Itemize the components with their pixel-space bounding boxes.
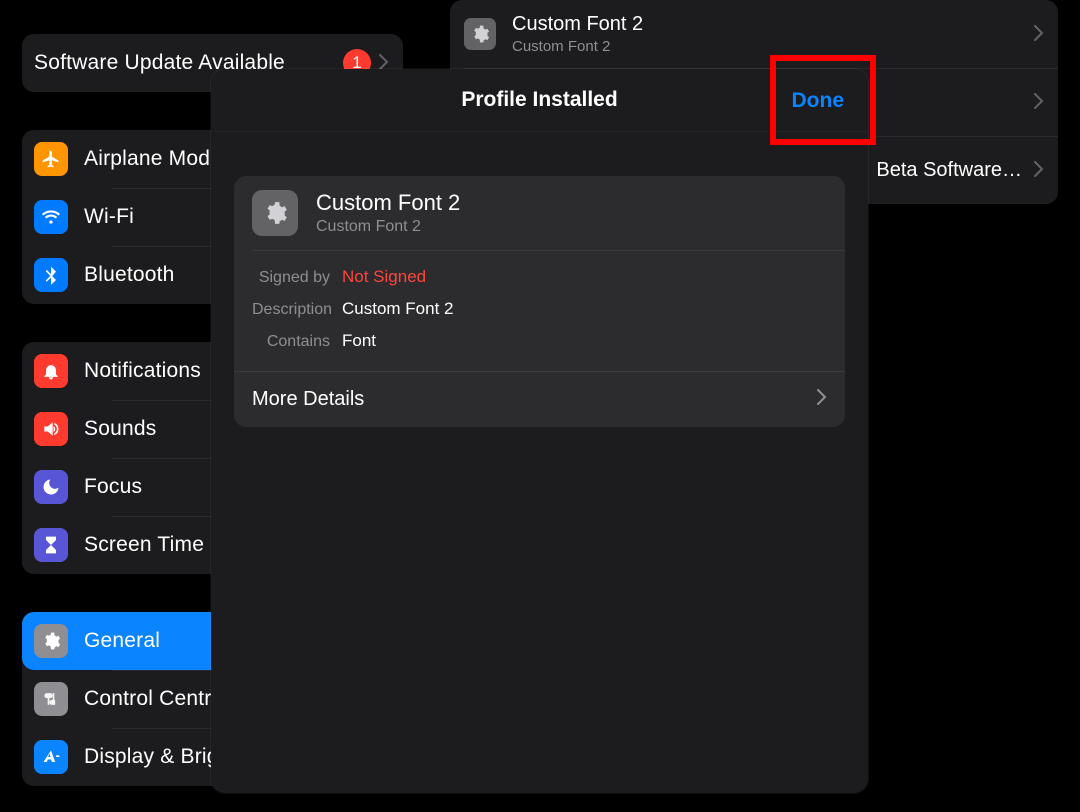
modal-header: Profile Installed Done [211,69,868,132]
speaker-icon [34,412,68,446]
focus-label: Focus [84,475,142,499]
wifi-icon [34,200,68,234]
profile-card: Custom Font 2 Custom Font 2 Signed by No… [234,176,845,427]
chevron-right-icon [1034,157,1044,183]
profile-card-header: Custom Font 2 Custom Font 2 [234,176,845,250]
chevron-right-icon [817,388,827,411]
beta-label: Beta Software… [876,159,1022,182]
profile-row-1[interactable]: Custom Font 2 Custom Font 2 [450,0,1058,68]
toggles-icon [34,682,68,716]
gear-icon [34,624,68,658]
meta-signedby: Signed by Not Signed [252,261,827,293]
more-details-row[interactable]: More Details [234,371,845,427]
wifi-label: Wi-Fi [84,205,134,229]
bluetooth-icon [34,258,68,292]
more-details-label: More Details [252,388,364,411]
general-label: General [84,629,160,653]
notifications-label: Notifications [84,359,201,383]
screentime-label: Screen Time [84,533,204,557]
bell-icon [34,354,68,388]
profile-gear-icon [252,190,298,236]
description-value: Custom Font 2 [342,299,454,319]
profile-subtitle: Custom Font 2 [316,218,460,236]
meta-contains: Contains Font [252,325,827,357]
modal-body: Custom Font 2 Custom Font 2 Signed by No… [211,132,868,427]
profile-gear-icon [464,18,496,50]
profile1-subtitle: Custom Font 2 [512,38,643,55]
chevron-right-icon [1034,21,1044,47]
modal-title: Profile Installed [461,88,617,112]
moon-icon [34,470,68,504]
profile-title: Custom Font 2 [316,190,460,216]
hourglass-icon [34,528,68,562]
text-size-icon [34,740,68,774]
bluetooth-label: Bluetooth [84,263,175,287]
profile-meta: Signed by Not Signed Description Custom … [234,251,845,371]
done-button[interactable]: Done [792,69,845,132]
signed-by-value: Not Signed [342,267,426,287]
chevron-right-icon [1034,89,1044,115]
controlcentre-label: Control Centre [84,687,223,711]
sounds-label: Sounds [84,417,156,441]
meta-description: Description Custom Font 2 [252,293,827,325]
airplane-label: Airplane Mode [84,147,222,171]
contains-value: Font [342,331,376,351]
profile-installed-modal: Profile Installed Done Custom Font 2 Cus… [211,69,868,793]
profile1-title: Custom Font 2 [512,13,643,36]
airplane-icon [34,142,68,176]
